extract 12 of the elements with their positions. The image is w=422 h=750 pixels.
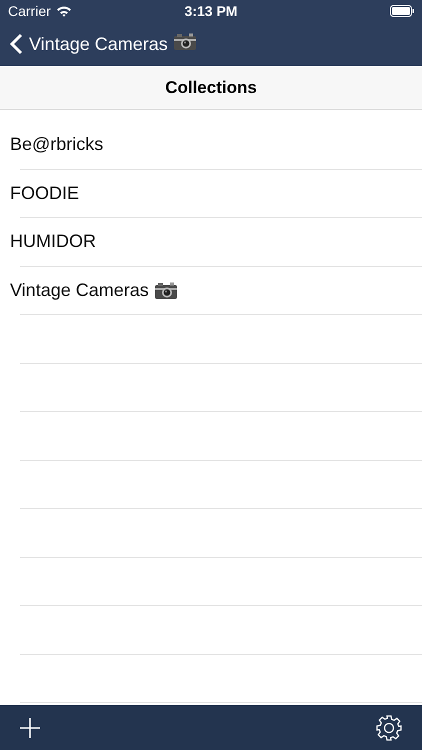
section-title: Collections — [165, 78, 257, 98]
wifi-icon — [56, 5, 72, 17]
battery-icon — [390, 5, 414, 17]
add-icon[interactable] — [20, 718, 40, 738]
carrier-label: Carrier — [8, 3, 51, 19]
status-time: 3:13 PM — [184, 3, 238, 19]
collection-item[interactable]: Vintage Cameras — [10, 280, 149, 301]
collection-item[interactable]: HUMIDOR — [10, 231, 96, 252]
settings-icon[interactable] — [376, 714, 402, 740]
collection-item[interactable]: Be@rbricks — [10, 134, 104, 156]
collection-item[interactable]: FOODIE — [10, 182, 80, 204]
chevron-left-icon — [10, 33, 23, 55]
